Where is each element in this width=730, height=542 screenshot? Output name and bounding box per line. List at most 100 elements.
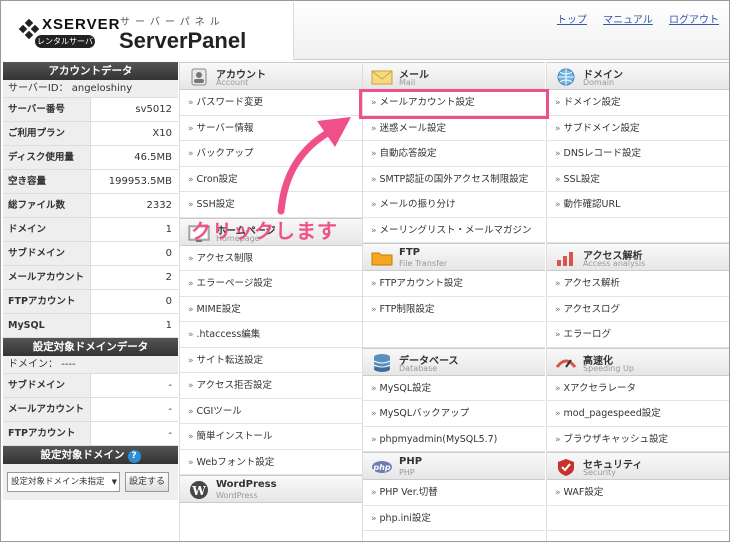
row-value: 0 — [165, 248, 172, 259]
menu-item-label: 動作確認URL — [563, 199, 621, 210]
menu-item[interactable]: » アクセス拒否設定 — [180, 373, 362, 399]
menu-item[interactable]: » PHP Ver.切替 — [363, 480, 545, 506]
menu-item[interactable]: » 自動応答設定 — [363, 141, 545, 167]
menu-item[interactable]: » ドメイン設定 — [547, 90, 729, 116]
menu-item-label: ブラウザキャッシュ設定 — [563, 433, 669, 445]
domain-data-heading: 設定対象ドメインデータ — [3, 338, 178, 356]
menu-item-label: MySQLバックアップ — [379, 408, 470, 419]
arrow-icon: » — [371, 200, 377, 210]
domain-select-dropdown[interactable]: 設定対象ドメイン未指定 — [7, 472, 120, 492]
link-manual[interactable]: マニュアル — [603, 15, 653, 26]
arrow-icon: » — [371, 409, 377, 419]
menu-item[interactable]: » Webフォント設定 — [180, 450, 362, 475]
row-label: FTPアカウント — [3, 290, 91, 313]
menu-item[interactable]: » 動作確認URL — [547, 192, 729, 218]
domain-set-button[interactable]: 設定する — [125, 472, 169, 492]
menu-item[interactable]: » MySQL設定 — [363, 376, 545, 401]
arrow-icon: » — [555, 174, 561, 185]
row-value: - — [168, 380, 172, 391]
row-label: FTPアカウント — [3, 422, 91, 445]
arrow-icon: » — [188, 123, 194, 134]
arrow-icon: » — [188, 304, 194, 315]
menu-item[interactable]: » CGIツール — [180, 399, 362, 424]
menu-item[interactable]: » アクセスログ — [547, 297, 729, 322]
menu-item[interactable]: » WAF設定 — [547, 480, 729, 506]
data-row: 空き容量 199953.5MB — [3, 170, 178, 194]
section-title: WordPress — [216, 479, 277, 490]
row-label: 総ファイル数 — [3, 194, 91, 217]
sidebar: アカウントデータ サーバーID： angeloshiny サーバー番号 sv501… — [3, 62, 178, 541]
menu-item[interactable]: » MIME設定 — [180, 297, 362, 322]
arrow-icon: » — [371, 123, 377, 134]
arrow-icon: » — [188, 355, 194, 366]
section-header: 高速化 Speeding Up — [547, 347, 729, 376]
menu-item-label: MySQL設定 — [379, 382, 432, 394]
section-header: ドメイン Domain — [547, 62, 729, 90]
menu-item[interactable]: » mod_pagespeed設定 — [547, 401, 729, 427]
menu-item-label: CGIツール — [196, 405, 242, 417]
section-subtitle: Account — [216, 78, 249, 87]
menu-item-label: DNSレコード設定 — [563, 148, 641, 159]
menu-item[interactable]: » メーリングリスト・メールマガジン — [363, 218, 545, 243]
menu-item[interactable]: » ブラウザキャッシュ設定 — [547, 427, 729, 452]
row-value: X10 — [152, 128, 172, 139]
arrow-icon: » — [188, 406, 194, 417]
arrow-icon: » — [188, 279, 194, 289]
section-header: FTP File Transfer — [363, 243, 545, 271]
menu-item[interactable]: » FTP制限設定 — [363, 297, 545, 322]
row-label: サブドメイン — [3, 242, 91, 265]
menu-column-3: ドメイン Domain» ドメイン設定» サブドメイン設定» DNSレコード設定» SSL… — [546, 62, 729, 541]
data-row: ドメイン 1 — [3, 218, 178, 242]
link-top[interactable]: トップ — [557, 15, 587, 26]
arrow-icon: » — [188, 174, 194, 185]
menu-item-label: ドメイン設定 — [563, 97, 621, 108]
ftp-folder-icon — [371, 252, 393, 266]
menu-item[interactable]: » エラーログ — [547, 322, 729, 348]
section-header: メール Mail — [363, 62, 545, 90]
row-label: 空き容量 — [3, 170, 91, 193]
menu-item[interactable]: » 迷惑メール設定 — [363, 116, 545, 141]
data-row: FTPアカウント 0 — [3, 290, 178, 314]
menu-item[interactable]: » サブドメイン設定 — [547, 116, 729, 141]
row-value: 2332 — [146, 200, 172, 211]
menu-item-label: Xアクセラレータ — [563, 382, 637, 394]
arrow-icon: » — [555, 383, 561, 394]
help-icon[interactable]: ? — [127, 450, 141, 463]
menu-item-label: WAF設定 — [563, 487, 604, 498]
menu-item[interactable]: » .htaccess編集 — [180, 322, 362, 348]
data-row: サブドメイン 0 — [3, 242, 178, 266]
section-header: php PHP PHP — [363, 452, 545, 480]
section-subtitle: WordPress — [216, 491, 258, 500]
menu-item[interactable]: » 簡単インストール — [180, 424, 362, 450]
logo-area[interactable]: XSERVER レンタルサーバー サーバーパネル ServerPanel — [2, 2, 294, 60]
menu-item[interactable]: » MySQLバックアップ — [363, 401, 545, 427]
menu-item-label: Webフォント設定 — [196, 456, 275, 468]
menu-item-label: SMTP認証の国外アクセス制限設定 — [379, 173, 529, 185]
menu-item — [363, 322, 545, 348]
row-label: ドメイン — [3, 218, 91, 241]
row-label: ディスク使用量 — [3, 146, 91, 169]
data-row: ディスク使用量 46.5MB — [3, 146, 178, 170]
domain-select-title: 設定対象ドメイン — [40, 449, 125, 461]
database-icon — [373, 353, 391, 372]
menu-item[interactable]: » サイト転送設定 — [180, 348, 362, 373]
menu-item[interactable]: » DNSレコード設定 — [547, 141, 729, 167]
menu-item[interactable]: » FTPアカウント設定 — [363, 271, 545, 297]
menu-item[interactable]: » phpmyadmin(MySQL5.7) — [363, 427, 545, 452]
row-value: 46.5MB — [134, 152, 172, 163]
php-icon: php — [372, 461, 392, 473]
menu-item[interactable]: » SSL設定 — [547, 167, 729, 192]
arrow-icon: » — [188, 432, 194, 442]
annotation-arrow — [277, 117, 351, 215]
highlight-box — [359, 89, 549, 119]
row-label: メールアカウント — [3, 266, 91, 289]
menu-item[interactable]: » Xアクセラレータ — [547, 376, 729, 401]
menu-item[interactable]: » SMTP認証の国外アクセス制限設定 — [363, 167, 545, 192]
menu-item[interactable]: » アクセス制限 — [180, 246, 362, 271]
menu-item[interactable]: » アクセス解析 — [547, 271, 729, 297]
menu-item[interactable]: » メールの振り分け — [363, 192, 545, 218]
menu-item[interactable]: » エラーページ設定 — [180, 271, 362, 297]
link-logout[interactable]: ログアウト — [669, 15, 719, 26]
menu-item[interactable]: » php.ini設定 — [363, 506, 545, 531]
menu-item-label: メーリングリスト・メールマガジン — [379, 224, 532, 236]
